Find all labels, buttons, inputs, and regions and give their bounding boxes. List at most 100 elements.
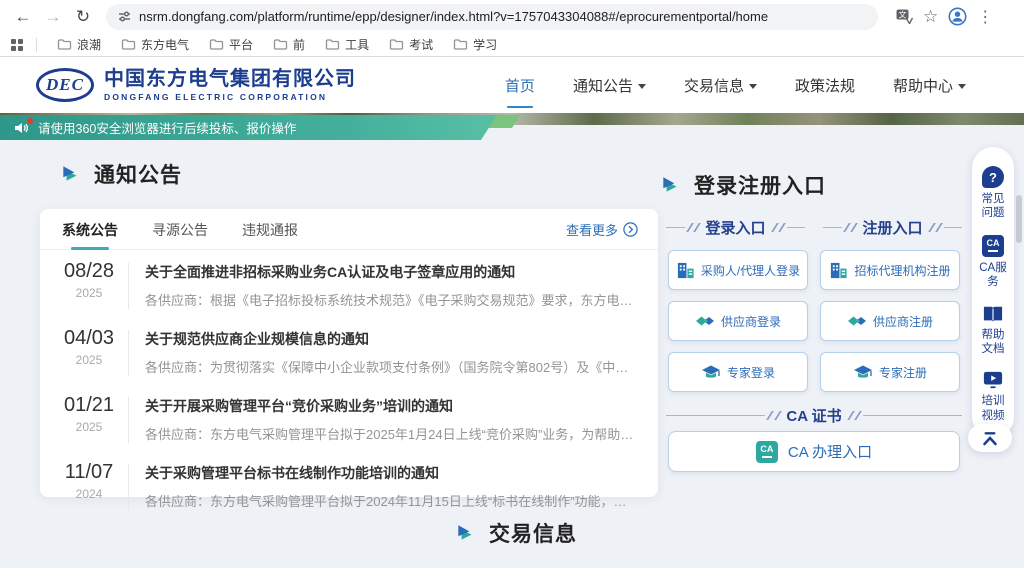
scrollbar-thumb[interactable]	[1016, 195, 1022, 243]
ca-card-icon: CA	[982, 235, 1004, 257]
section-title: 通知公告	[94, 159, 182, 189]
bookmark-folder[interactable]: 前	[265, 34, 313, 55]
address-bar[interactable]: nsrm.dongfang.com/platform/runtime/epp/d…	[106, 4, 878, 30]
bookmark-folder[interactable]: 浪潮	[49, 34, 109, 55]
notice-row[interactable]: 04/03 2025 关于规范供应商企业规模信息的通知 各供应商：为贯彻落实《保…	[40, 317, 658, 384]
register-buttons-column: 招标代理机构注册 供应商注册 专家注册	[820, 250, 960, 392]
bookmark-folder[interactable]: 工具	[317, 34, 377, 55]
ca-apply-button[interactable]: CA CA 办理入口	[668, 431, 960, 472]
buyer-agent-login-button[interactable]: 采购人/代理人登录	[668, 250, 808, 290]
dec-logo-icon: DEC	[36, 68, 94, 102]
notice-date: 01/21 2025	[60, 394, 118, 434]
tab-violation-reports[interactable]: 违规通报	[240, 208, 300, 250]
browser-forward-button[interactable]: →	[40, 4, 66, 30]
register-group-header: 注册入口	[823, 217, 962, 238]
tab-system-notices[interactable]: 系统公告	[60, 208, 120, 250]
expert-login-button[interactable]: 专家登录	[668, 352, 808, 392]
page-body: 请使用360安全浏览器进行后续投标、报价操作 通知公告 系统公告 寻源公告 违规…	[0, 113, 1024, 568]
graduation-cap-icon	[701, 364, 721, 381]
speaker-icon	[14, 121, 29, 135]
notice-row[interactable]: 11/07 2024 关于采购管理平台标书在线制作功能培训的通知 各供应商：东方…	[40, 451, 658, 518]
url-text[interactable]: nsrm.dongfang.com/platform/runtime/epp/d…	[139, 9, 768, 24]
supplier-register-button[interactable]: 供应商注册	[820, 301, 960, 341]
folder-icon	[453, 38, 468, 51]
notice-title[interactable]: 关于开展采购管理平台“竞价采购业务”培训的通知	[145, 396, 638, 416]
divider	[128, 397, 129, 443]
divider	[128, 263, 129, 309]
graduation-cap-icon	[853, 364, 873, 381]
svg-text:文: 文	[899, 10, 907, 20]
nav-item-help-center[interactable]: 帮助中心	[893, 69, 966, 102]
help-docs-shortcut[interactable]: 帮助文档	[979, 297, 1007, 364]
bookmark-folder[interactable]: 东方电气	[113, 34, 197, 55]
notices-section-header: 通知公告	[60, 159, 182, 189]
translate-icon[interactable]: 文	[896, 9, 913, 24]
folder-icon	[325, 38, 340, 51]
book-icon	[982, 304, 1004, 324]
section-title: 登录注册入口	[694, 170, 826, 200]
notice-desc: 各供应商：为贯彻落实《保障中小企业款项支付条例》（国务院令第802号）及《中小企…	[145, 357, 638, 376]
browser-toolbar: ← → ↻ nsrm.dongfang.com/platform/runtime…	[0, 0, 1024, 33]
notice-title[interactable]: 关于规范供应商企业规模信息的通知	[145, 329, 638, 349]
nav-item-notices[interactable]: 通知公告	[573, 69, 646, 102]
bookmark-label: 东方电气	[141, 36, 189, 53]
handshake-icon	[695, 313, 715, 329]
ticker-text: 请使用360安全浏览器进行后续投标、报价操作	[38, 118, 296, 137]
bookmark-label: 浪潮	[77, 36, 101, 53]
nav-item-transactions[interactable]: 交易信息	[684, 69, 757, 102]
main-nav: 首页 通知公告 交易信息 政策法规 帮助中心	[505, 69, 966, 102]
section-arrow-icon	[660, 174, 682, 196]
section-title: 交易信息	[489, 518, 577, 548]
notice-title[interactable]: 关于采购管理平台标书在线制作功能培训的通知	[145, 463, 638, 483]
site-settings-icon[interactable]	[118, 10, 131, 23]
company-logo[interactable]: DEC 中国东方电气集团有限公司 DONGFANG ELECTRIC CORPO…	[36, 68, 356, 102]
bookmarks-bar: 浪潮 东方电气 平台 前 工具 考试 学习	[0, 33, 1024, 57]
handshake-icon	[847, 313, 867, 329]
transactions-section-header: 交易信息	[455, 518, 577, 548]
folder-icon	[389, 38, 404, 51]
bookmark-label: 工具	[345, 36, 369, 53]
quick-sidebar: ? 常见问题 CA CA服务 帮助文档 培训视频	[972, 147, 1014, 438]
bookmark-label: 平台	[229, 36, 253, 53]
notice-row[interactable]: 08/28 2025 关于全面推进非招标采购业务CA认证及电子签章应用的通知 各…	[40, 250, 658, 317]
bookmarks-divider	[36, 38, 37, 52]
company-name-cn: 中国东方电气集团有限公司	[104, 68, 356, 90]
browser-back-button[interactable]: ←	[10, 4, 36, 30]
nav-item-home[interactable]: 首页	[505, 69, 535, 102]
bookmark-star-icon[interactable]: ☆	[923, 7, 938, 27]
expert-register-button[interactable]: 专家注册	[820, 352, 960, 392]
training-videos-shortcut[interactable]: 培训视频	[979, 363, 1007, 430]
notice-row[interactable]: 01/21 2025 关于开展采购管理平台“竞价采购业务”培训的通知 各供应商：…	[40, 384, 658, 451]
portal-section-header: 登录注册入口	[660, 170, 826, 200]
bookmark-folder[interactable]: 平台	[201, 34, 261, 55]
supplier-login-button[interactable]: 供应商登录	[668, 301, 808, 341]
notice-date: 11/07 2024	[60, 461, 118, 501]
bidding-agency-register-button[interactable]: 招标代理机构注册	[820, 250, 960, 290]
profile-avatar-icon[interactable]	[948, 7, 967, 26]
video-icon	[982, 370, 1004, 390]
browser-reload-button[interactable]: ↻	[70, 4, 96, 30]
chevron-down-icon	[749, 84, 757, 89]
ca-group-header-wrap: CA 证书	[666, 405, 962, 426]
chevron-down-icon	[638, 84, 646, 89]
announcement-ticker: 请使用360安全浏览器进行后续投标、报价操作	[0, 115, 497, 140]
bookmark-folder[interactable]: 学习	[445, 34, 505, 55]
bookmark-folder[interactable]: 考试	[381, 34, 441, 55]
login-group-header: 登录入口	[666, 217, 805, 238]
ca-group-header: CA 证书	[666, 405, 962, 426]
folder-icon	[57, 38, 72, 51]
tab-sourcing-notices[interactable]: 寻源公告	[150, 208, 210, 250]
site-header: DEC 中国东方电气集团有限公司 DONGFANG ELECTRIC CORPO…	[0, 57, 1024, 113]
faq-shortcut[interactable]: ? 常见问题	[979, 159, 1007, 228]
browser-menu-icon[interactable]: ⋮	[977, 7, 993, 27]
bookmark-label: 前	[293, 36, 305, 53]
notice-title[interactable]: 关于全面推进非招标采购业务CA认证及电子签章应用的通知	[145, 262, 638, 282]
divider	[128, 464, 129, 510]
nav-item-policies[interactable]: 政策法规	[795, 69, 855, 102]
view-more-link[interactable]: 查看更多	[566, 220, 638, 239]
building-icon	[829, 261, 848, 280]
section-arrow-icon	[455, 522, 477, 544]
apps-grid-icon[interactable]	[10, 38, 24, 52]
back-to-top-button[interactable]	[968, 424, 1012, 452]
ca-service-shortcut[interactable]: CA CA服务	[979, 228, 1007, 297]
